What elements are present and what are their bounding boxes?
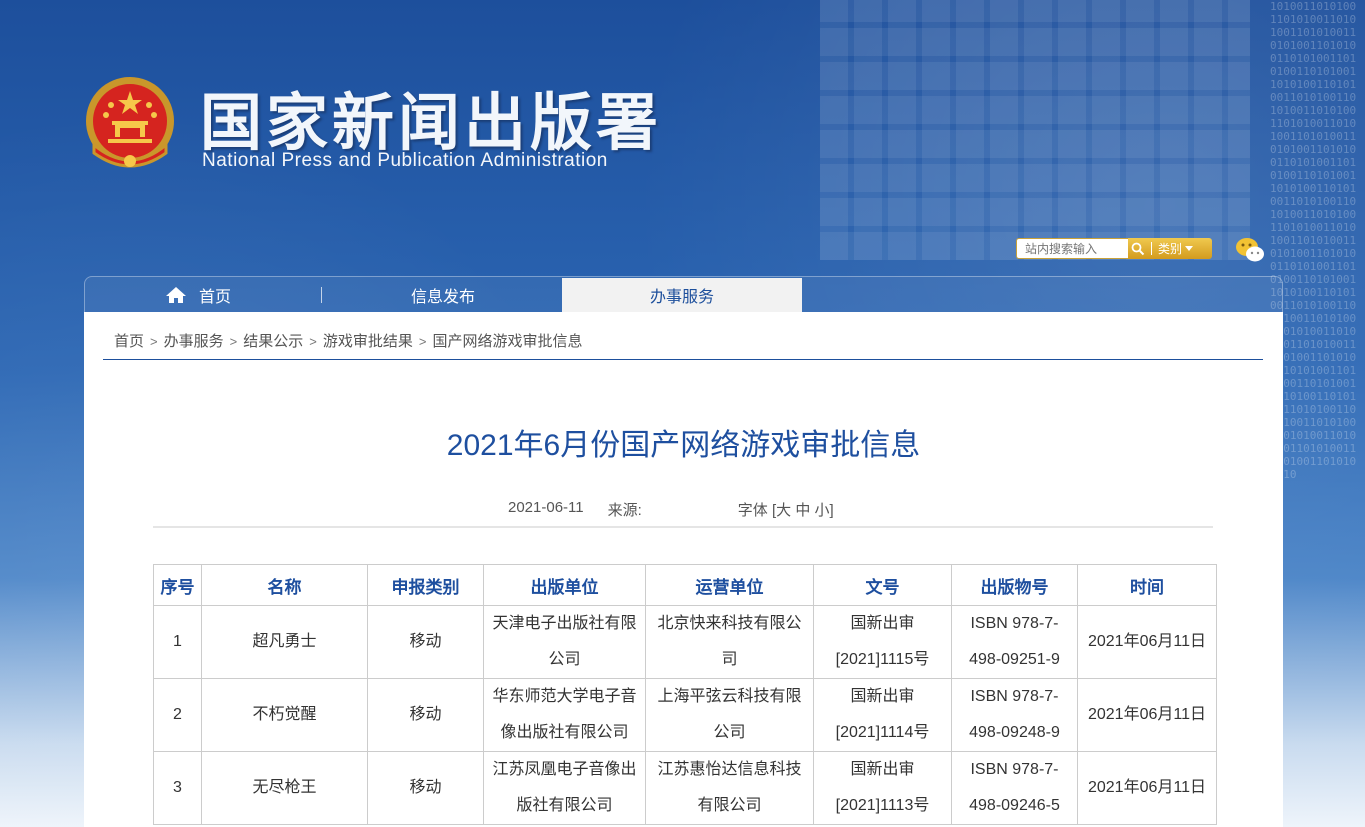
- cell-publisher: 江苏凤凰电子音像出版社有限公司: [483, 751, 646, 825]
- cell-date: 2021年06月11日: [1077, 678, 1217, 752]
- cell-isbn: ISBN 978-7-498-09248-9: [951, 678, 1078, 752]
- site-title: 国家新闻出版署: [200, 86, 663, 159]
- site-subtitle: National Press and Publication Administr…: [202, 150, 608, 171]
- header-category: 申报类别: [367, 564, 484, 606]
- header-operator: 运营单位: [645, 564, 814, 606]
- font-medium-link[interactable]: 中: [795, 502, 810, 519]
- cell-date: 2021年06月11日: [1077, 605, 1217, 679]
- cell-index: 3: [153, 751, 202, 825]
- cell-category: 移动: [367, 678, 484, 752]
- breadcrumb-results[interactable]: 结果公示: [243, 333, 303, 350]
- category-dropdown[interactable]: 类别: [1158, 240, 1194, 257]
- article-title: 2021年6月份国产网络游戏审批信息: [446, 429, 921, 462]
- breadcrumb-home[interactable]: 首页: [114, 333, 144, 350]
- cell-operator: 上海平弦云科技有限公司: [645, 678, 814, 752]
- cell-name: 无尽枪王: [201, 751, 368, 825]
- national-emblem-logo[interactable]: [84, 75, 176, 171]
- category-label: 类别: [1158, 242, 1183, 256]
- cell-name: 超凡勇士: [201, 605, 368, 679]
- header-index: 序号: [153, 564, 202, 606]
- approval-table: 序号 名称 申报类别 出版单位 运营单位 文号 出版物号 时间 1 超凡勇士 移…: [153, 564, 1217, 825]
- cell-category: 移动: [367, 605, 484, 679]
- main-nav: 首页 信息发布 办事服务: [84, 276, 1283, 312]
- header-date: 时间: [1077, 564, 1217, 606]
- table-header-row: 序号 名称 申报类别 出版单位 运营单位 文号 出版物号 时间: [153, 564, 1217, 606]
- nav-home[interactable]: 首页: [165, 277, 231, 313]
- nav-divider: [321, 287, 322, 303]
- nav-service[interactable]: 办事服务: [562, 278, 802, 312]
- publish-date: 2021-06-11: [508, 499, 584, 516]
- cell-approval-no: 国新出审[2021]1115号: [813, 605, 952, 679]
- content-panel: 首页 > 办事服务 > 结果公示 > 游戏审批结果 > 国产网络游戏审批信息 2021年6月份国…: [84, 312, 1283, 827]
- cell-operator: 北京快来科技有限公司: [645, 605, 814, 679]
- cell-operator: 江苏惠怡达信息科技有限公司: [645, 751, 814, 825]
- nav-service-label: 办事服务: [649, 289, 714, 306]
- cell-index: 2: [153, 678, 202, 752]
- header-approval-no: 文号: [813, 564, 952, 606]
- breadcrumb-service[interactable]: 办事服务: [164, 333, 224, 350]
- chevron-down-icon: [1185, 246, 1194, 251]
- search-box[interactable]: [1016, 238, 1128, 259]
- font-small-link[interactable]: 小: [815, 502, 830, 519]
- breadcrumb-domestic-games[interactable]: 国产网络游戏审批信息: [432, 333, 582, 350]
- cell-isbn: ISBN 978-7-498-09246-5: [951, 751, 1078, 825]
- meta-divider: [153, 526, 1213, 528]
- search-input[interactable]: [1025, 242, 1121, 256]
- search-icon[interactable]: [1128, 238, 1148, 259]
- cell-category: 移动: [367, 751, 484, 825]
- cell-approval-no: 国新出审[2021]1113号: [813, 751, 952, 825]
- breadcrumb: 首页 > 办事服务 > 结果公示 > 游戏审批结果 > 国产网络游戏审批信息: [114, 333, 583, 350]
- table-row: 3 无尽枪王 移动 江苏凤凰电子音像出版社有限公司 江苏惠怡达信息科技有限公司 …: [153, 751, 1217, 825]
- header-publisher: 出版单位: [483, 564, 646, 606]
- cell-index: 1: [153, 605, 202, 679]
- cell-date: 2021年06月11日: [1077, 751, 1217, 825]
- header-name: 名称: [201, 564, 368, 606]
- font-size-control: 字体 [大 中 小]: [737, 502, 834, 519]
- wechat-icon[interactable]: [1234, 236, 1266, 264]
- cell-publisher: 天津电子出版社有限公司: [483, 605, 646, 679]
- cell-publisher: 华东师范大学电子音像出版社有限公司: [483, 678, 646, 752]
- table-row: 2 不朽觉醒 移动 华东师范大学电子音像出版社有限公司 上海平弦云科技有限公司 …: [153, 678, 1217, 752]
- breadcrumb-game-approval[interactable]: 游戏审批结果: [323, 333, 413, 350]
- cell-approval-no: 国新出审[2021]1114号: [813, 678, 952, 752]
- breadcrumb-divider: [103, 359, 1263, 360]
- table-row: 1 超凡勇士 移动 天津电子出版社有限公司 北京快来科技有限公司 国新出审[20…: [153, 605, 1217, 679]
- nav-info-label: 信息发布: [411, 289, 476, 306]
- cell-isbn: ISBN 978-7-498-09251-9: [951, 605, 1078, 679]
- nav-info[interactable]: 信息发布: [411, 277, 475, 313]
- source-label: 来源:: [607, 502, 642, 519]
- header-isbn: 出版物号: [951, 564, 1078, 606]
- home-icon: [166, 287, 186, 303]
- cell-name: 不朽觉醒: [201, 678, 368, 752]
- search-button-group[interactable]: 类别: [1128, 238, 1212, 259]
- article-meta: 2021-06-11 来源: 字体 [大 中 小]: [508, 499, 834, 520]
- font-large-link[interactable]: 大: [776, 502, 791, 519]
- nav-home-label: 首页: [199, 289, 232, 306]
